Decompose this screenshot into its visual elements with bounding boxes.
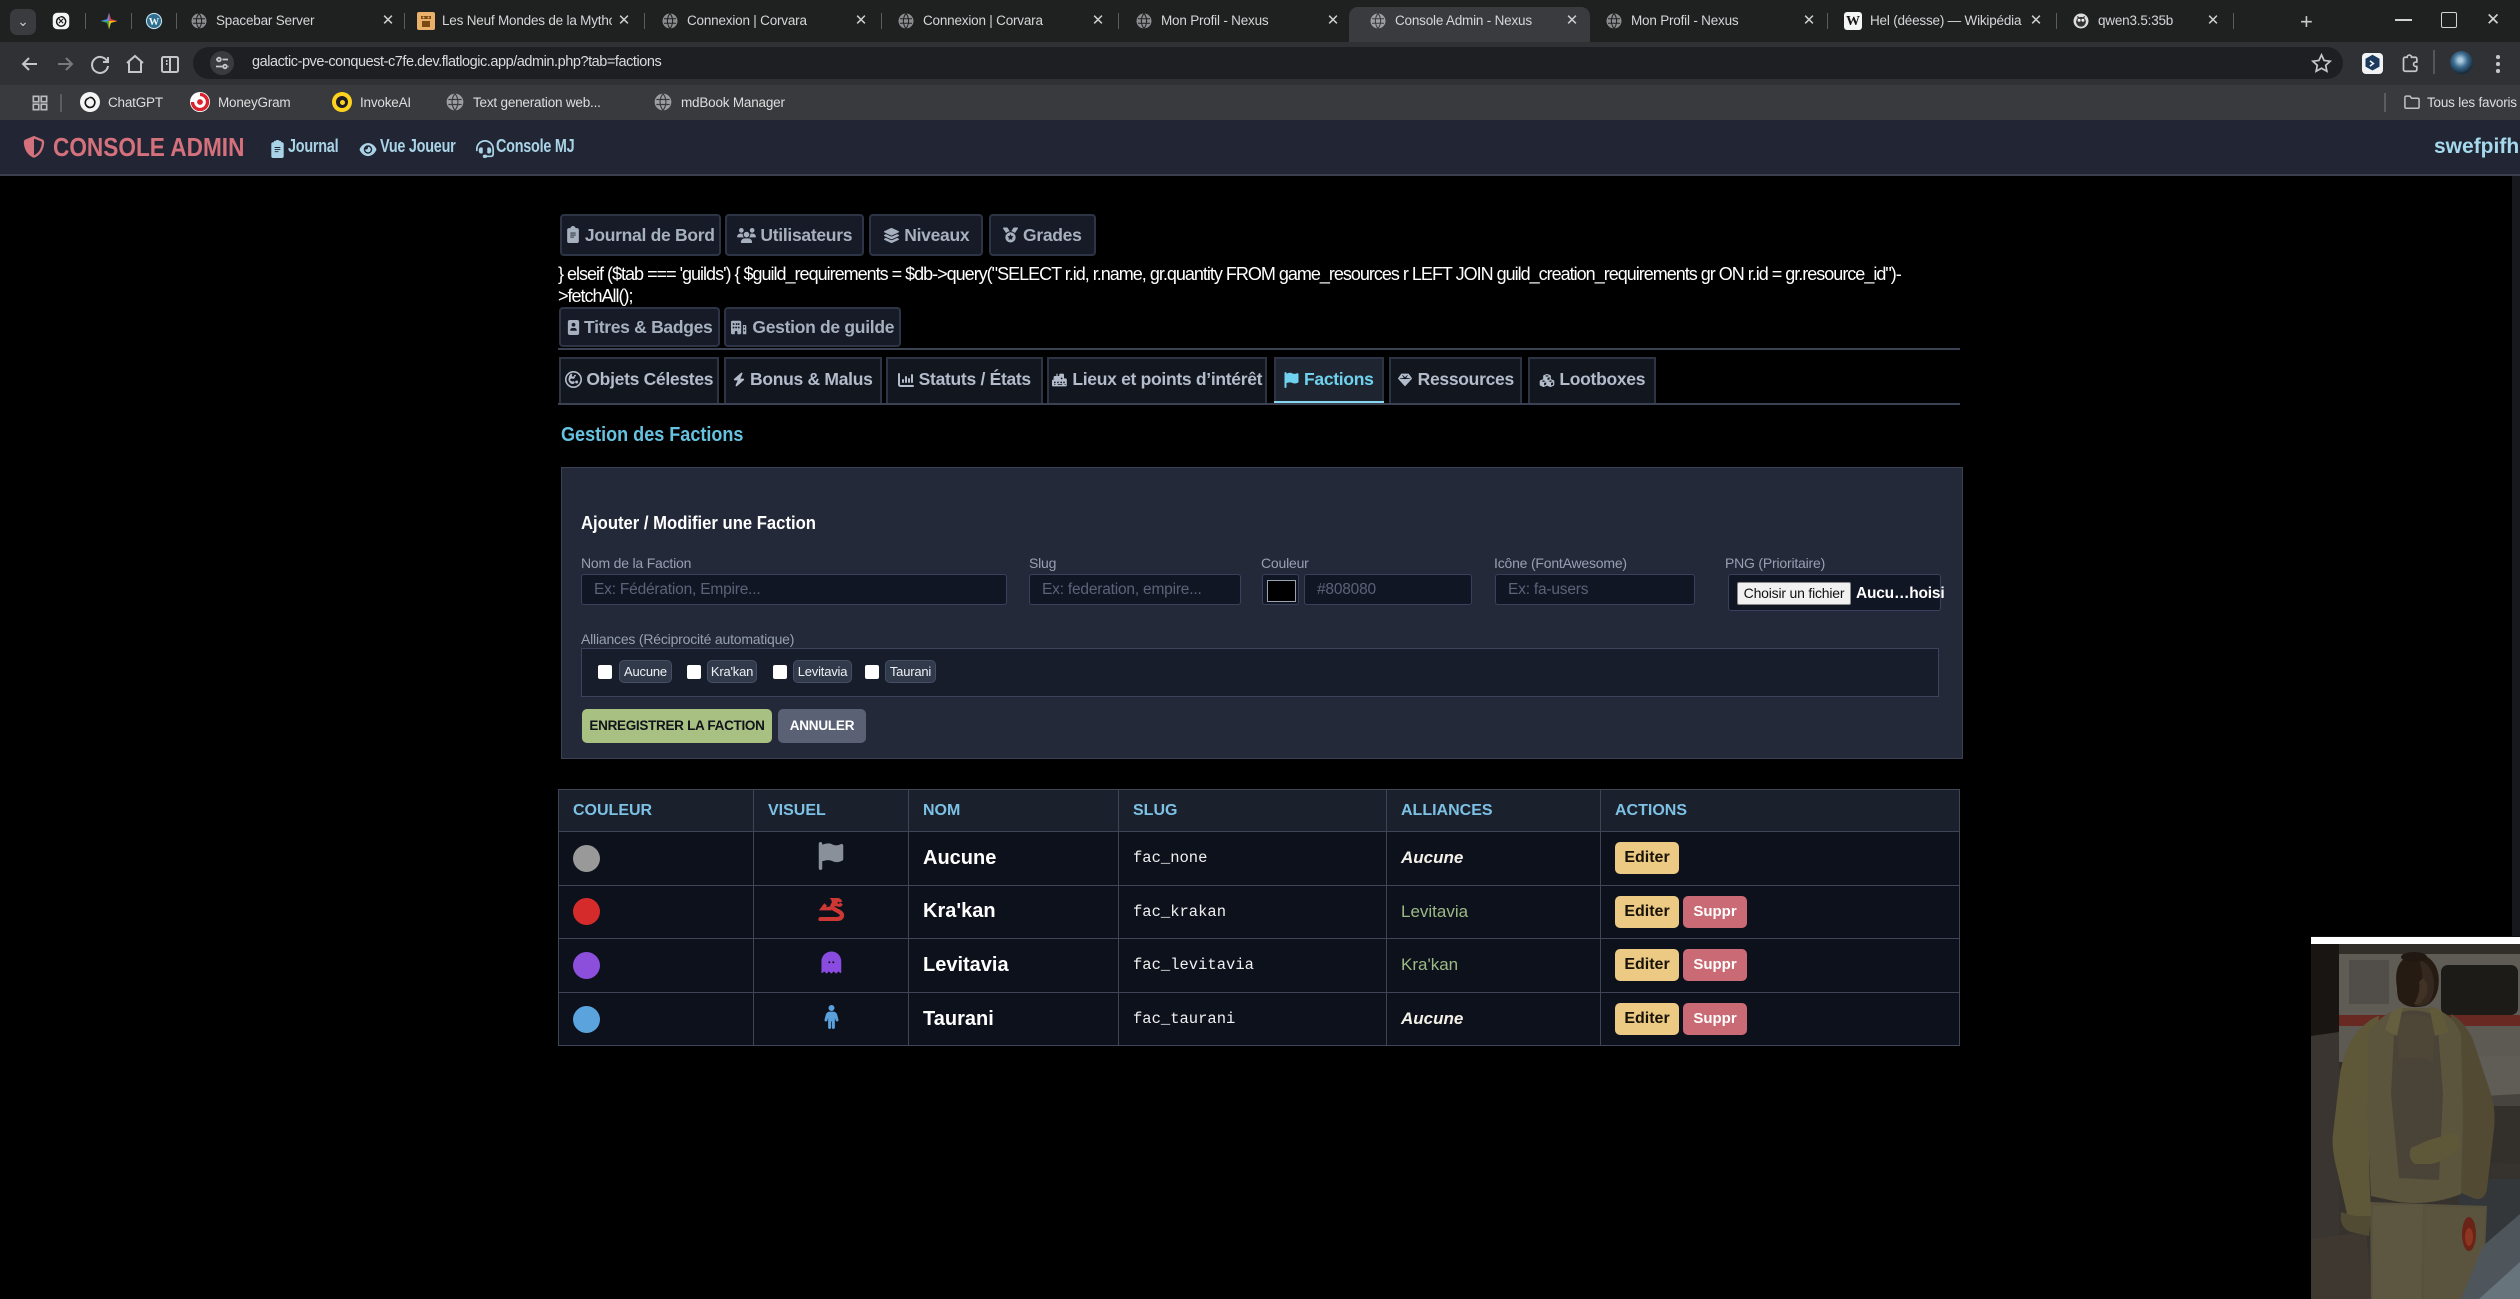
svg-text:W: W: [149, 17, 160, 28]
